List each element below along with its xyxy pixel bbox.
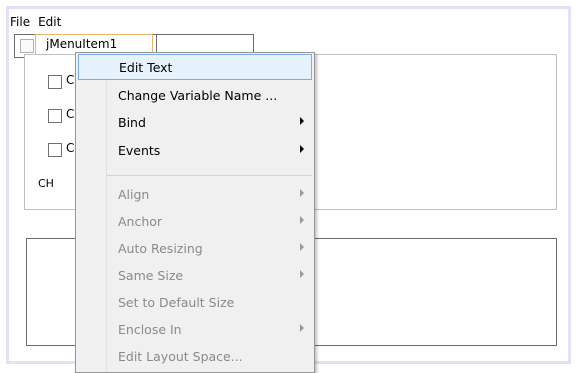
cm-item-change-variable-name[interactable]: Change Variable Name ... bbox=[78, 82, 312, 108]
ch-label: CH bbox=[38, 177, 54, 190]
cm-item-label: Align bbox=[118, 186, 150, 202]
cm-item-events[interactable]: Events bbox=[78, 137, 312, 163]
submenu-arrow-icon bbox=[300, 189, 304, 197]
cm-item-edit-text[interactable]: Edit Text bbox=[78, 54, 312, 80]
cm-item-label: Anchor bbox=[118, 213, 163, 229]
cm-item-anchor[interactable]: Anchor bbox=[78, 208, 312, 234]
menu-item-checkbox[interactable] bbox=[20, 39, 34, 53]
checkbox-3-label: C bbox=[66, 141, 75, 155]
cm-item-label: Same Size bbox=[118, 267, 184, 283]
menu-file[interactable]: File bbox=[10, 15, 30, 29]
submenu-arrow-icon bbox=[300, 324, 304, 332]
checkbox-2[interactable] bbox=[48, 109, 62, 123]
cm-item-label: Auto Resizing bbox=[118, 240, 203, 256]
context-menu: Edit Text Change Variable Name ... Bind … bbox=[75, 52, 315, 373]
cm-item-same-size[interactable]: Same Size bbox=[78, 262, 312, 288]
cm-item-label: Edit Layout Space... bbox=[118, 348, 243, 364]
submenu-arrow-icon bbox=[300, 270, 304, 278]
checkbox-1-label: C bbox=[66, 73, 75, 87]
cm-item-bind[interactable]: Bind bbox=[78, 109, 312, 135]
submenu-arrow-icon bbox=[300, 117, 304, 125]
checkbox-3[interactable] bbox=[48, 143, 62, 157]
submenu-arrow-icon bbox=[300, 216, 304, 224]
cm-item-label: Events bbox=[118, 142, 161, 158]
checkbox-2-label: C bbox=[66, 107, 75, 121]
cm-item-enclose-in[interactable]: Enclose In bbox=[78, 316, 312, 342]
context-menu-separator bbox=[106, 175, 312, 176]
cm-item-align[interactable]: Align bbox=[78, 181, 312, 207]
cm-item-label: Enclose In bbox=[118, 321, 182, 337]
cm-item-label: Bind bbox=[118, 114, 146, 130]
menu-item-label: jMenuItem1 bbox=[46, 37, 118, 51]
submenu-arrow-icon bbox=[300, 243, 304, 251]
menubar: File Edit bbox=[10, 12, 61, 32]
cm-item-set-default-size[interactable]: Set to Default Size bbox=[78, 289, 312, 315]
checkbox-1[interactable] bbox=[48, 75, 62, 89]
cm-item-label: Set to Default Size bbox=[118, 294, 235, 310]
cm-item-label: Change Variable Name ... bbox=[118, 87, 278, 103]
cm-item-label: Edit Text bbox=[119, 59, 173, 75]
cm-item-edit-layout-space[interactable]: Edit Layout Space... bbox=[78, 343, 312, 369]
cm-item-auto-resizing[interactable]: Auto Resizing bbox=[78, 235, 312, 261]
submenu-arrow-icon bbox=[300, 145, 304, 153]
menu-edit[interactable]: Edit bbox=[38, 15, 61, 29]
